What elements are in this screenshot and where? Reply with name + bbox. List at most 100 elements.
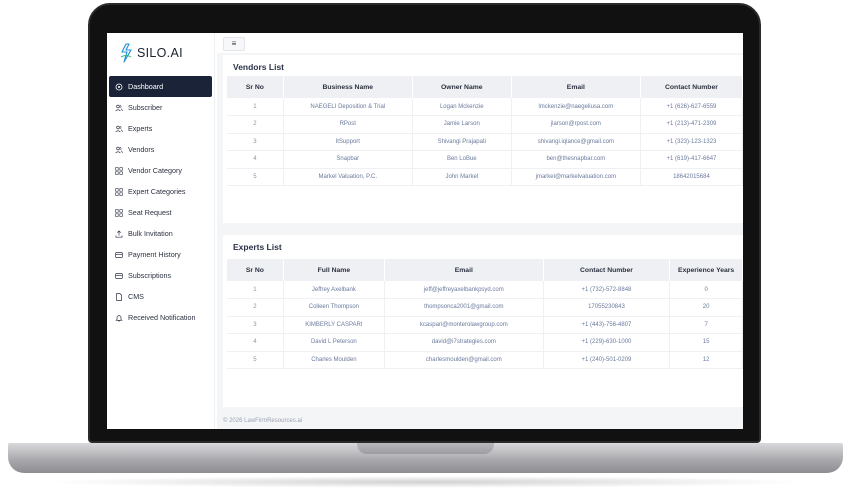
table-cell: 3 <box>227 133 284 151</box>
laptop-frame: SILO.AI Dashboard Subscriber Experts Vendor… <box>0 0 851 502</box>
table-row[interactable]: 5 Charles Moulden charlesmoulden@gmail.com… <box>227 351 743 369</box>
table-row[interactable]: 3 KIMBERLY CASPARI kcaspari@monterolawgrou… <box>227 316 743 334</box>
footer-text: © 2026 LawFirmResources.ai <box>223 418 303 424</box>
sidebar-item-subscriptions[interactable]: Subscriptions <box>109 265 212 286</box>
sidebar-item-subscriber[interactable]: Subscriber <box>109 97 212 118</box>
top-bar: ≡ <box>217 33 743 53</box>
table-cell: jmarkel@markelvaluation.com <box>511 168 641 186</box>
column-header[interactable]: Email <box>384 259 544 281</box>
table-cell: +1 (213)-471-2309 <box>640 115 743 134</box>
column-header[interactable]: Business Name <box>283 76 413 98</box>
sidebar-item-expert-categories[interactable]: Expert Categories <box>109 181 212 202</box>
table-cell: +1 (626)-627-6559 <box>640 98 743 116</box>
table-cell: 2 <box>227 115 284 134</box>
column-header[interactable]: Owner Name <box>412 76 512 98</box>
table-cell: RPost <box>283 115 413 134</box>
table-row[interactable]: 2 RPost Jamie Larson jlarson@rpost.com +1 (2… <box>227 115 743 134</box>
column-header[interactable]: Email <box>511 76 641 98</box>
laptop-shadow <box>40 476 811 488</box>
sidebar-item-cms[interactable]: CMS <box>109 286 212 307</box>
table-cell: +1 (619)-417-6647 <box>640 150 743 169</box>
card-icon <box>115 251 123 259</box>
logo[interactable]: SILO.AI <box>119 41 183 65</box>
grid-icon <box>115 187 123 196</box>
sidebar-item-received-notification[interactable]: Received Notification <box>109 307 212 328</box>
sidebar-item-label: Received Notification <box>128 313 196 322</box>
sidebar-item-label: Subscriptions <box>128 271 172 280</box>
table-cell: +1 (732)-572-8848 <box>543 281 671 299</box>
table-row[interactable]: 1 Jeffrey Axelbank jeff@jeffreyaxelbankpsy… <box>227 281 743 299</box>
table-row[interactable]: 4 David L Peterson david@i7strategies.com +… <box>227 333 743 352</box>
grid-icon <box>115 208 123 217</box>
table-cell: +1 (323)-123-1323 <box>640 133 743 151</box>
vendors-header-row: Sr No Business Name Owner Name Email Contact… <box>227 76 743 98</box>
sidebar-item-label: Experts <box>128 124 153 133</box>
experts-table-body: 1 Jeffrey Axelbank jeff@jeffreyaxelbankpsy… <box>227 281 743 369</box>
sidebar-item-vendor-category[interactable]: Vendor Category <box>109 160 212 181</box>
sidebar-item-experts[interactable]: Experts <box>109 118 212 139</box>
bell-icon <box>115 314 123 322</box>
sidebar-item-seat-request[interactable]: Seat Request <box>109 202 212 223</box>
file-icon <box>115 292 123 301</box>
table-cell: jeff@jeffreyaxelbankpsyd.com <box>384 281 544 299</box>
table-cell: KIMBERLY CASPARI <box>283 316 385 334</box>
column-header[interactable]: Full Name <box>283 259 385 281</box>
table-row[interactable]: 2 Colleen Thompson thompsonca2001@gmail.co… <box>227 298 743 317</box>
logo-mark-icon <box>120 43 132 63</box>
logo-text: SILO.AI <box>137 46 183 60</box>
table-row[interactable]: 4 Snapbar Ben LoBue ben@thesnapbar.com +1 (6… <box>227 150 743 169</box>
grid-icon <box>115 166 123 175</box>
table-cell: 4 <box>227 150 284 169</box>
table-cell: Markel Valuation, P.C. <box>283 168 413 186</box>
table-cell: david@i7strategies.com <box>384 333 544 352</box>
sidebar-item-label: Vendors <box>128 145 155 154</box>
vendors-table: Sr No Business Name Owner Name Email Contact… <box>227 76 743 186</box>
sidebar-item-dashboard[interactable]: Dashboard <box>109 76 212 97</box>
screen: SILO.AI Dashboard Subscriber Experts Vendor… <box>107 33 743 429</box>
column-header[interactable]: Contact Number <box>640 76 743 98</box>
table-cell: 20 <box>669 298 743 317</box>
table-cell: 18642015684 <box>640 168 743 186</box>
table-cell: 12 <box>669 351 743 369</box>
column-header[interactable]: Experience Years <box>669 259 743 281</box>
hamburger-icon: ≡ <box>231 39 237 48</box>
table-row[interactable]: 3 ItSupport Shivangi Prajapati shivangi.iql… <box>227 133 743 151</box>
table-cell: 4 <box>227 333 284 352</box>
table-cell: Jeffrey Axelbank <box>283 281 385 299</box>
table-cell: Logan Mckenzie <box>412 98 512 116</box>
table-cell: 1 <box>227 98 284 116</box>
table-cell: 17055230843 <box>543 298 671 317</box>
sidebar-item-payment-history[interactable]: Payment History <box>109 244 212 265</box>
column-header[interactable]: Sr No <box>227 76 284 98</box>
table-cell: Shivangi Prajapati <box>412 133 512 151</box>
table-cell: NAEGELI Deposition & Trial <box>283 98 413 116</box>
table-cell: 0 <box>669 281 743 299</box>
sidebar-item-vendors[interactable]: Vendors <box>109 139 212 160</box>
table-row[interactable]: 5 Markel Valuation, P.C. John Markel jmarke… <box>227 168 743 186</box>
column-header[interactable]: Sr No <box>227 259 284 281</box>
sidebar-item-label: CMS <box>128 292 144 301</box>
table-cell: 5 <box>227 168 284 186</box>
table-cell: jlarson@rpost.com <box>511 115 641 134</box>
menu-toggle-button[interactable]: ≡ <box>223 37 245 51</box>
users-icon <box>115 104 123 112</box>
card-icon <box>115 272 123 280</box>
sidebar-nav: Dashboard Subscriber Experts Vendors Vendor … <box>109 76 212 328</box>
sidebar-item-label: Payment History <box>128 250 181 259</box>
upload-icon <box>115 230 123 238</box>
table-row[interactable]: 1 NAEGELI Deposition & Trial Logan Mckenzi… <box>227 98 743 116</box>
table-cell: +1 (443)-756-4807 <box>543 316 671 334</box>
table-cell: John Markel <box>412 168 512 186</box>
table-cell: ItSupport <box>283 133 413 151</box>
column-header[interactable]: Contact Number <box>543 259 671 281</box>
table-cell: kcaspari@monterolawgroup.com <box>384 316 544 334</box>
table-cell: 3 <box>227 316 284 334</box>
sidebar-item-label: Bulk Invitation <box>128 229 173 238</box>
dashboard-icon <box>115 83 123 91</box>
sidebar-item-bulk-invitation[interactable]: Bulk Invitation <box>109 223 212 244</box>
experts-title: Experts List <box>233 242 282 252</box>
table-cell: Ben LoBue <box>412 150 512 169</box>
experts-table: Sr No Full Name Email Contact Number Experie… <box>227 259 743 369</box>
table-cell: charlesmoulden@gmail.com <box>384 351 544 369</box>
table-cell: 1 <box>227 281 284 299</box>
